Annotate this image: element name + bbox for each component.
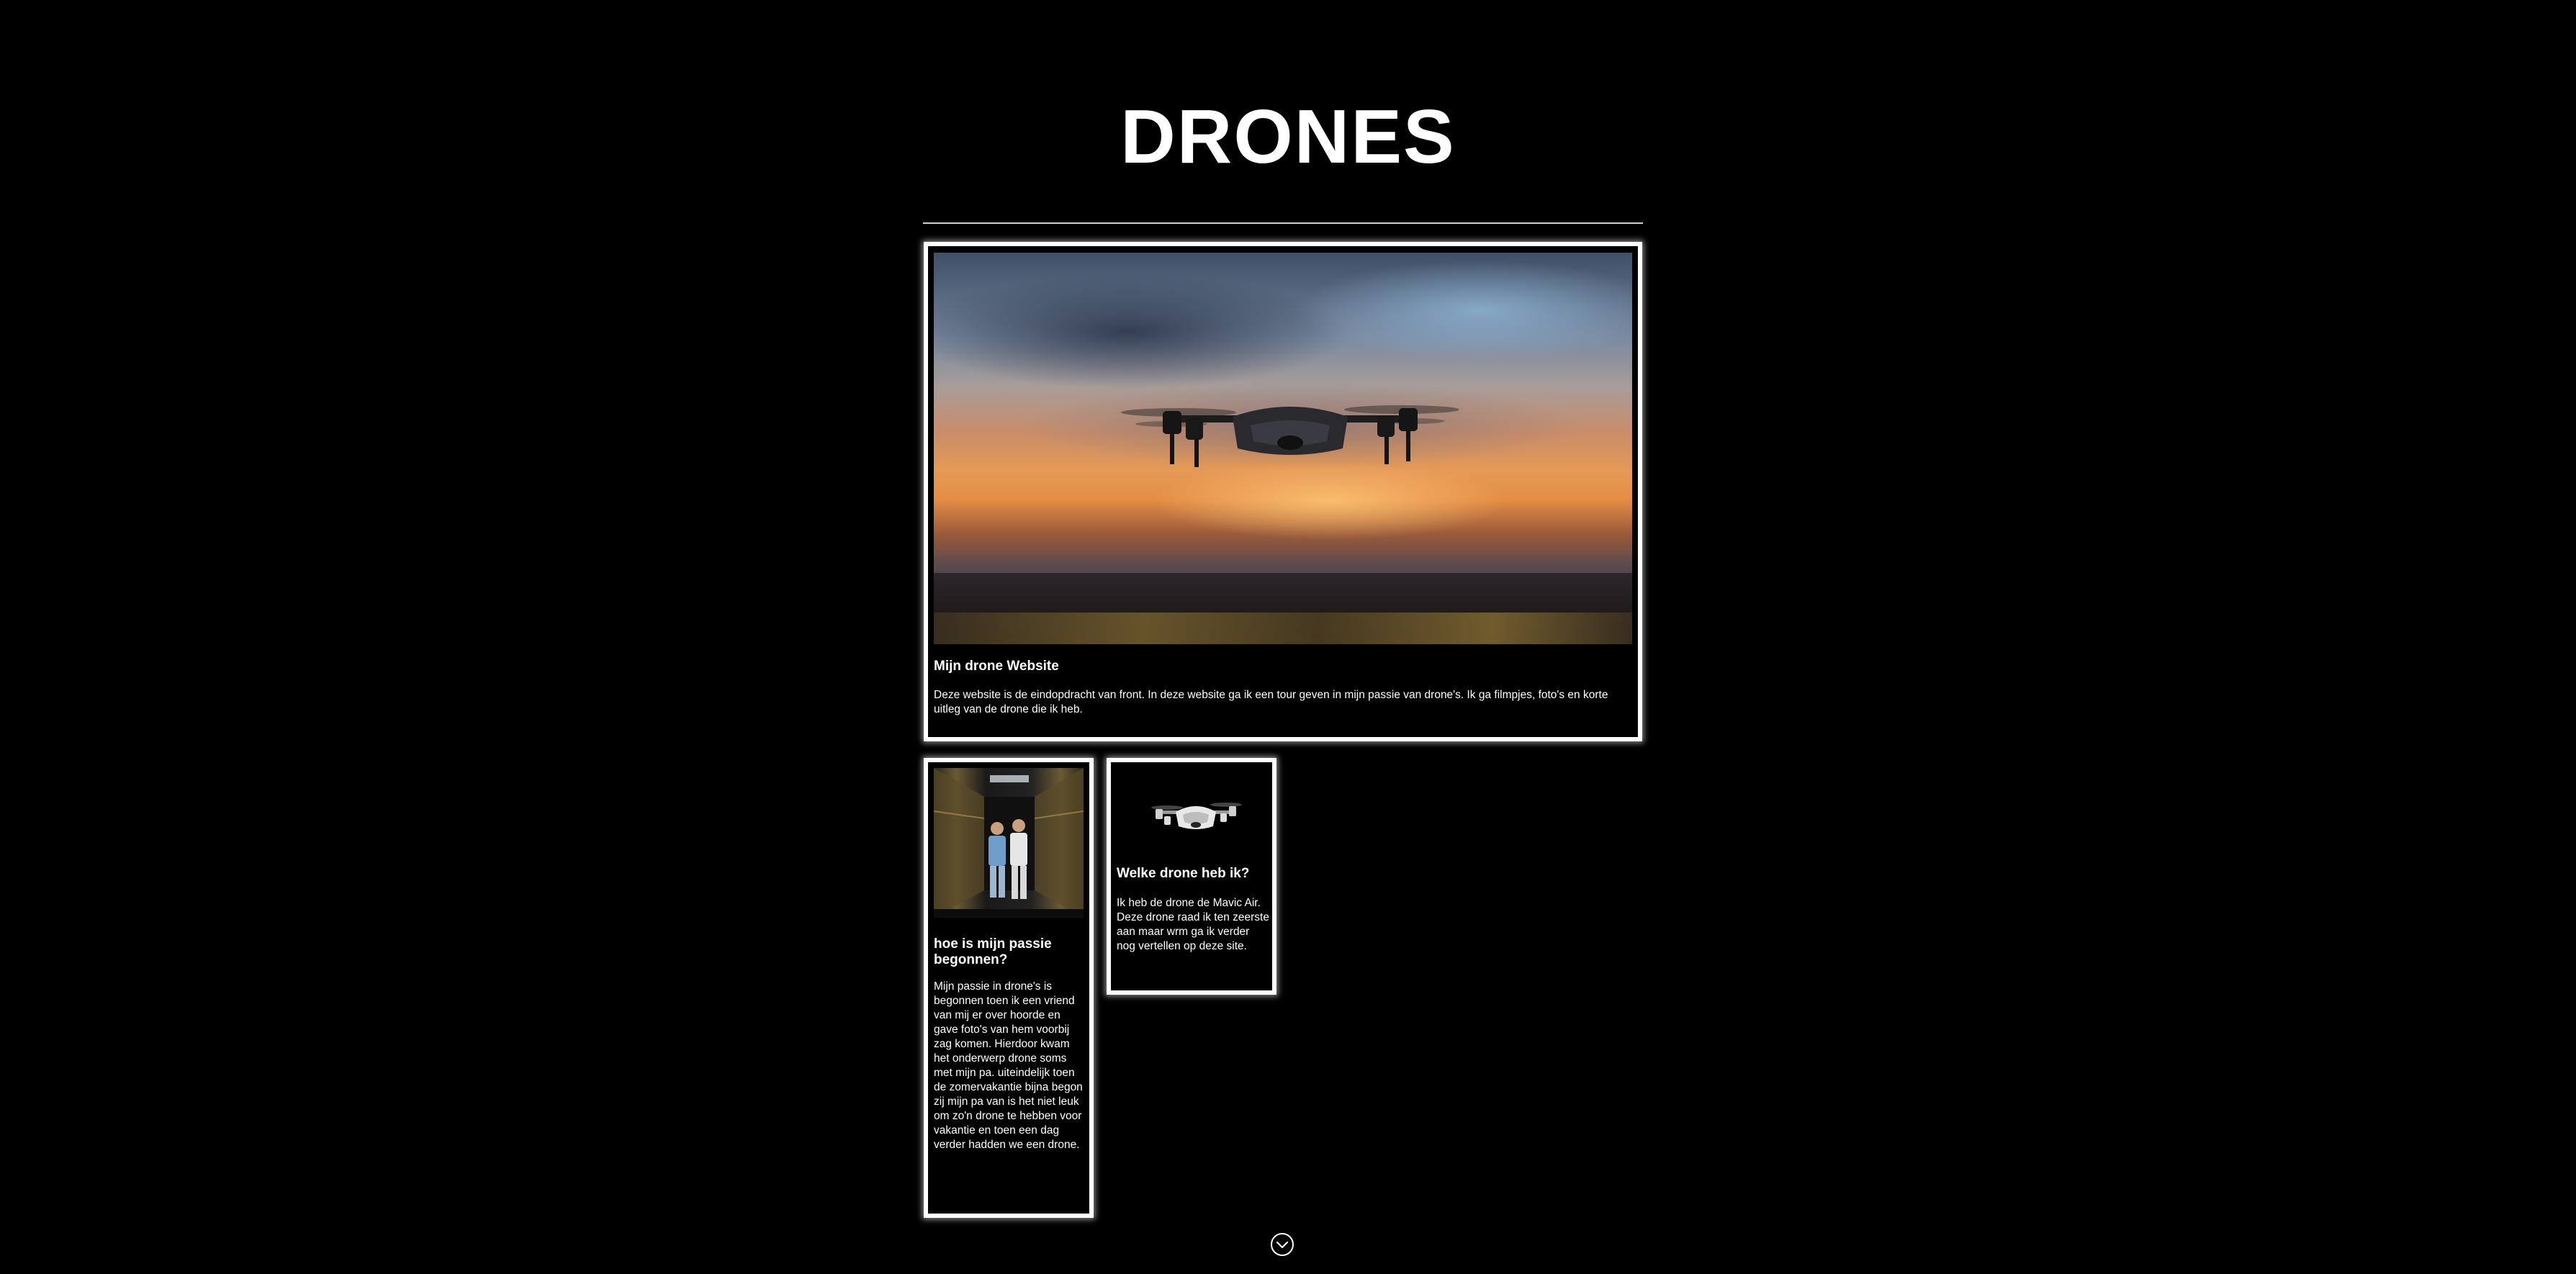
title-divider [923, 222, 1643, 224]
mavic-air-drone-image [1151, 803, 1242, 829]
page: DRONES Mijn drone Website Deze website i… [0, 0, 2576, 1274]
chevron-down-circle-icon[interactable] [1270, 1232, 1294, 1257]
passion-card-text: Mijn passie in drone's is begonnen toen … [934, 980, 1083, 1151]
drone-card-title: Welke drone heb ik? [1117, 866, 1250, 881]
main-card-title: Mijn drone Website [934, 659, 1059, 674]
page-title: DRONES [1120, 94, 1456, 179]
main-card: Mijn drone Website Deze website is de ei… [924, 242, 1642, 741]
drone-card: Welke drone heb ik? Ik heb de drone de M… [1107, 758, 1276, 995]
drone-card-text: Ik heb de drone de Mavic Air. Deze drone… [1117, 897, 1269, 952]
main-drone-image [934, 253, 1632, 644]
drone-silhouette-icon [1121, 405, 1459, 467]
main-card-text: Deze website is de eindopdracht van fron… [934, 689, 1608, 715]
passion-photo [934, 768, 1084, 918]
passion-card-title: hoe is mijn passie begonnen? [934, 936, 1052, 967]
passion-card: hoe is mijn passie begonnen? Mijn passie… [924, 758, 1094, 1218]
